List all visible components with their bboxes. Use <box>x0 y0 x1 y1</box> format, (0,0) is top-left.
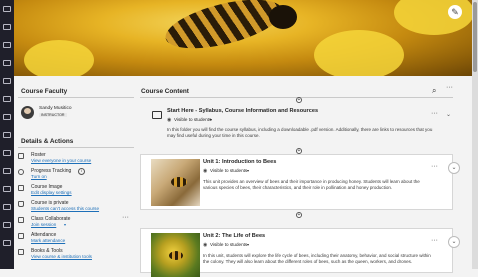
more-nav-icon[interactable] <box>3 240 11 246</box>
chevron-down-icon[interactable]: ▾ <box>64 222 66 227</box>
add-content-icon[interactable]: + <box>296 212 302 218</box>
details-actions-heading: Details & Actions <box>21 138 74 145</box>
flower-petal <box>24 40 94 76</box>
progress-tracking-link[interactable]: Turn on <box>31 174 47 179</box>
content-item-description: In this folder you will find the course … <box>167 127 433 139</box>
flower-petal <box>314 30 404 76</box>
content-item-description: This unit provides an overview of bees a… <box>203 179 420 191</box>
progress-icon <box>18 169 24 175</box>
more-options-icon[interactable]: ··· <box>446 84 453 91</box>
chevron-down-icon[interactable]: ⌄ <box>448 236 460 248</box>
content-item-description: In this unit, students will explore the … <box>203 253 431 265</box>
bookmark-icon[interactable] <box>3 222 11 228</box>
course-image-link[interactable]: Edit display settings <box>31 190 72 195</box>
instructor-role-badge: INSTRUCTOR <box>39 113 67 117</box>
profile-icon[interactable] <box>3 114 11 120</box>
chevron-down-icon[interactable]: ▾ <box>247 242 249 247</box>
info-icon[interactable]: i <box>78 168 85 175</box>
books-tools-link[interactable]: View course & institution tools <box>31 254 92 259</box>
folder-icon <box>152 111 162 119</box>
content-item-title[interactable]: Start Here - Syllabus, Course Informatio… <box>167 108 318 114</box>
home-icon[interactable] <box>3 6 11 12</box>
course-banner-image: ✎ <box>14 0 472 76</box>
avatar[interactable] <box>21 106 34 119</box>
chevron-down-icon[interactable]: ▾ <box>210 117 212 122</box>
more-options-icon[interactable]: ··· <box>122 214 129 221</box>
attendance-link[interactable]: Mark attendance <box>31 238 65 243</box>
search-icon[interactable]: ⌕ <box>432 86 436 96</box>
visibility-label[interactable]: Visible to students <box>210 168 247 173</box>
calendar-icon[interactable] <box>3 42 11 48</box>
grades-icon[interactable] <box>3 78 11 84</box>
more-options-icon[interactable]: ··· <box>431 163 438 170</box>
bee-head <box>269 5 297 29</box>
tools-icon <box>18 249 24 255</box>
course-content-panel: Course Content ⌕ ··· + Start Here - Syll… <box>134 82 470 277</box>
course-content-heading: Course Content <box>141 88 189 95</box>
visibility-label[interactable]: Visible to students <box>210 242 247 247</box>
content-item-unit-2[interactable]: Unit 2: The Life of Bees ◉ Visible to st… <box>140 228 453 277</box>
image-icon <box>18 185 24 191</box>
content-item-unit-1[interactable]: Unit 1: Introduction to Bees ◉ Visible t… <box>140 154 453 210</box>
more-options-icon[interactable]: ··· <box>431 110 438 117</box>
instructor-name[interactable]: Sandy Musitico <box>39 106 72 111</box>
pencil-icon[interactable]: ✎ <box>448 5 462 19</box>
settings-icon[interactable] <box>3 132 11 138</box>
navigation-rail <box>0 0 14 269</box>
organizations-icon[interactable] <box>3 204 11 210</box>
activity-icon[interactable] <box>3 186 11 192</box>
courses-icon[interactable] <box>3 24 11 30</box>
chevron-down-icon[interactable]: ⌄ <box>448 162 460 174</box>
content-item-folder[interactable]: Start Here - Syllabus, Course Informatio… <box>140 103 453 148</box>
content-item-title[interactable]: Unit 2: The Life of Bees <box>203 233 265 239</box>
eye-icon: ◉ <box>203 168 208 174</box>
attendance-icon <box>18 233 24 239</box>
bee-body <box>160 0 288 58</box>
flower-petal <box>394 0 472 35</box>
unit-1-thumbnail <box>151 159 200 206</box>
roster-icon <box>18 153 24 159</box>
messages-icon[interactable] <box>3 60 11 66</box>
course-faculty-heading: Course Faculty <box>21 88 68 95</box>
help-icon[interactable] <box>3 168 11 174</box>
lock-icon <box>18 201 24 207</box>
join-session-link[interactable]: Join session <box>31 222 56 227</box>
more-options-icon[interactable]: ··· <box>431 237 438 244</box>
visibility-label[interactable]: Visible to students <box>174 117 211 122</box>
eye-icon: ◉ <box>203 242 208 248</box>
roster-link[interactable]: View everyone in your course <box>31 158 91 163</box>
page-scrollbar[interactable] <box>472 0 478 269</box>
chevron-down-icon[interactable]: ⌄ <box>446 111 451 118</box>
chevron-down-icon[interactable]: ▾ <box>247 168 249 173</box>
content-item-title[interactable]: Unit 1: Introduction to Bees <box>203 159 276 165</box>
scrollbar-thumb[interactable] <box>473 2 477 72</box>
collaborate-icon <box>18 217 24 223</box>
tools-nav-icon[interactable] <box>3 96 11 102</box>
unit-2-thumbnail <box>151 233 200 277</box>
left-panel: Course Faculty Sandy Musitico INSTRUCTOR… <box>14 82 134 269</box>
eye-icon: ◉ <box>167 117 172 123</box>
logout-icon[interactable] <box>3 150 11 156</box>
course-private-link[interactable]: Students can't access this course <box>31 206 99 211</box>
